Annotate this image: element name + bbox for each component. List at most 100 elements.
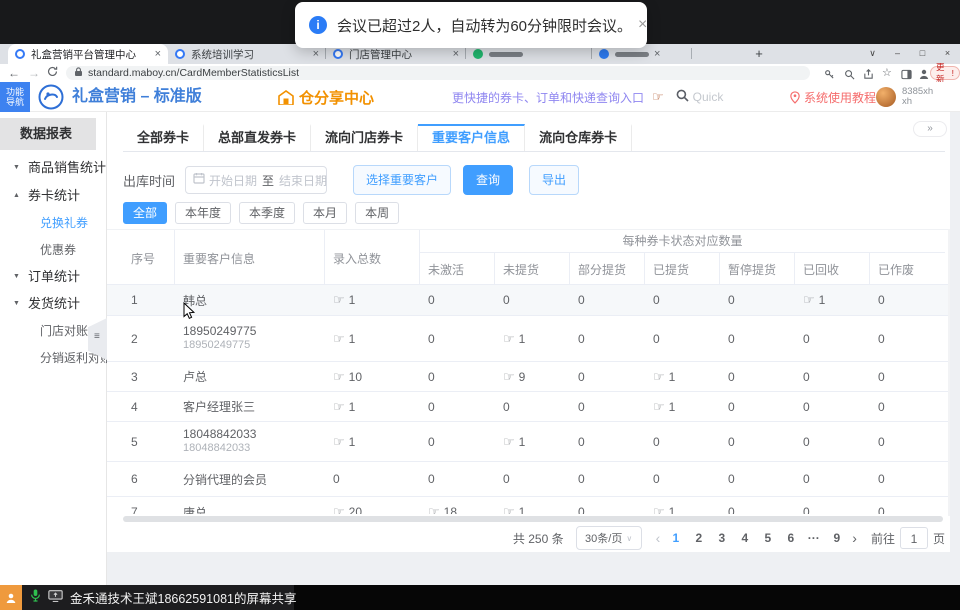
- tab-close-icon[interactable]: ×: [155, 48, 161, 60]
- goto-page-input[interactable]: 1: [900, 527, 928, 549]
- pointing-finger-icon: ☞: [333, 292, 345, 308]
- tab-close-icon[interactable]: ×: [654, 48, 660, 60]
- export-button[interactable]: 导出: [529, 165, 579, 195]
- function-nav-toggle[interactable]: 功能 导航: [0, 82, 30, 112]
- select-customer-button[interactable]: 选择重要客户: [353, 165, 451, 195]
- status-value-cell[interactable]: ☞9: [495, 362, 570, 391]
- seq-cell: 3: [123, 362, 175, 391]
- cell-value: 9: [519, 370, 526, 384]
- status-value-cell[interactable]: ☞1: [645, 392, 720, 421]
- bookmark-star-icon[interactable]: ☆: [882, 66, 892, 79]
- quick-filter-button[interactable]: 本周: [355, 202, 399, 224]
- content-tab[interactable]: 全部券卡: [123, 124, 204, 151]
- tab-close-icon[interactable]: ×: [313, 48, 319, 60]
- info-icon: i: [309, 16, 327, 34]
- mouse-cursor: [183, 302, 196, 325]
- prev-page-button[interactable]: ‹: [656, 530, 661, 546]
- table-row: 51804884203318048842033☞10☞100000: [107, 422, 950, 462]
- address-bar[interactable]: standard.maboy.cn/CardMemberStatisticsLi…: [66, 66, 810, 80]
- new-tab-button[interactable]: +: [750, 45, 768, 63]
- status-value-cell[interactable]: ☞18: [420, 497, 495, 514]
- column-customer: 重要客户信息: [175, 230, 325, 286]
- query-button[interactable]: 查询: [463, 165, 513, 195]
- sidebar-item-label: 兑换礼券: [40, 213, 88, 233]
- page-number-button[interactable]: 6: [781, 531, 800, 545]
- quick-filter-button[interactable]: 本月: [303, 202, 347, 224]
- content-tab[interactable]: 重要客户信息: [418, 124, 525, 151]
- chrome-update-button[interactable]: 更新 !: [930, 66, 960, 80]
- participant-icon[interactable]: [0, 585, 22, 610]
- customer-name: 18048842033: [183, 428, 256, 441]
- sidebar-item-2[interactable]: ▲券卡统计: [0, 186, 107, 206]
- pagination-total: 共 250 条: [513, 530, 564, 547]
- pointing-finger-icon: ☞: [803, 292, 815, 308]
- cell-value: 1: [519, 332, 526, 346]
- browser-tab[interactable]: 礼盒营销平台管理中心×: [8, 44, 168, 64]
- cell-value: 0: [578, 435, 585, 449]
- content-tab[interactable]: 流向仓库券卡: [525, 124, 632, 151]
- screen-share-icon[interactable]: [48, 589, 63, 607]
- page-number-button[interactable]: 2: [689, 531, 708, 545]
- microphone-icon[interactable]: [30, 589, 41, 607]
- chevron-down-icon: ∨: [626, 534, 632, 543]
- content-tab[interactable]: 总部直发券卡: [204, 124, 311, 151]
- refresh-icon[interactable]: [47, 66, 58, 80]
- pointing-finger-icon: ☞: [503, 434, 515, 450]
- back-icon[interactable]: ←: [8, 66, 20, 80]
- username-sub: xh: [902, 96, 912, 107]
- horizontal-scrollbar[interactable]: [123, 516, 943, 522]
- browser-menu-icon[interactable]: ∨: [860, 44, 885, 64]
- app-title: 礼盒营销 – 标准版: [72, 82, 202, 112]
- quick-entry-link[interactable]: 更快捷的券卡、订单和快递查询入口 ☞ Quick: [452, 82, 723, 112]
- next-page-button[interactable]: ›: [852, 530, 857, 546]
- page-number-button[interactable]: 1: [666, 531, 685, 545]
- status-value-cell: 0: [570, 362, 645, 391]
- customer-cell: 1804884203318048842033: [175, 422, 325, 461]
- sidebar-item-5[interactable]: ▼订单统计: [0, 267, 107, 287]
- cell-value: 0: [728, 332, 735, 346]
- status-value-cell[interactable]: ☞1: [645, 362, 720, 391]
- quick-filter-button[interactable]: 全部: [123, 202, 167, 224]
- status-value-cell[interactable]: ☞1: [325, 392, 420, 421]
- status-value-cell[interactable]: ☞1: [325, 285, 420, 315]
- status-value-cell[interactable]: ☞1: [325, 422, 420, 461]
- content-tab[interactable]: 流向门店券卡: [311, 124, 418, 151]
- page-size-select[interactable]: 30条/页 ∨: [576, 526, 642, 550]
- status-value-cell[interactable]: ☞10: [325, 362, 420, 391]
- cell-value: 0: [578, 293, 585, 307]
- page-number-button[interactable]: 9: [827, 531, 846, 545]
- user-account[interactable]: 8385xh xh: [876, 82, 933, 112]
- sidebar-item-6[interactable]: ▼发货统计: [0, 294, 107, 314]
- sidebar-item-4[interactable]: 优惠券: [0, 240, 107, 260]
- tab-close-icon[interactable]: ×: [453, 48, 459, 60]
- page-number-button[interactable]: 5: [758, 531, 777, 545]
- status-value-cell[interactable]: ☞1: [495, 316, 570, 361]
- quick-filter-button[interactable]: 本季度: [239, 202, 295, 224]
- forward-icon[interactable]: →: [28, 66, 40, 80]
- status-value-cell[interactable]: ☞20: [325, 497, 420, 514]
- status-value-cell: 0: [870, 285, 945, 315]
- share-center-link[interactable]: 仓分享中心: [278, 82, 374, 112]
- date-range-input[interactable]: 开始日期 至 结束日期: [185, 166, 327, 194]
- status-value-cell[interactable]: ☞1: [795, 285, 870, 315]
- page-number-button[interactable]: 4: [735, 531, 754, 545]
- status-value-cell: 0: [570, 462, 645, 496]
- restore-button[interactable]: □: [910, 44, 935, 64]
- sidebar-item-1[interactable]: ▼商品销售统计: [0, 158, 107, 178]
- minimize-button[interactable]: –: [885, 44, 910, 64]
- quick-filter-button[interactable]: 本年度: [175, 202, 231, 224]
- toast-close-icon[interactable]: ×: [638, 16, 647, 34]
- search-icon[interactable]: [676, 89, 689, 105]
- page-number-button[interactable]: 3: [712, 531, 731, 545]
- tutorial-link[interactable]: 系统使用教程: [790, 82, 876, 112]
- cell-value: 0: [333, 472, 340, 486]
- status-value-cell[interactable]: ☞1: [495, 497, 570, 514]
- status-value-cell[interactable]: ☞1: [645, 497, 720, 514]
- status-value-cell[interactable]: ☞1: [325, 316, 420, 361]
- sidebar-item-3[interactable]: 兑换礼券: [0, 213, 107, 233]
- seq-value: 2: [131, 332, 138, 346]
- expand-panel-button[interactable]: »: [913, 121, 947, 137]
- cell-value: 20: [349, 505, 362, 514]
- app-header: 功能 导航 礼盒营销 – 标准版 仓分享中心 更快捷的券卡、订单和快递查询入口 …: [0, 82, 960, 112]
- status-value-cell[interactable]: ☞1: [495, 422, 570, 461]
